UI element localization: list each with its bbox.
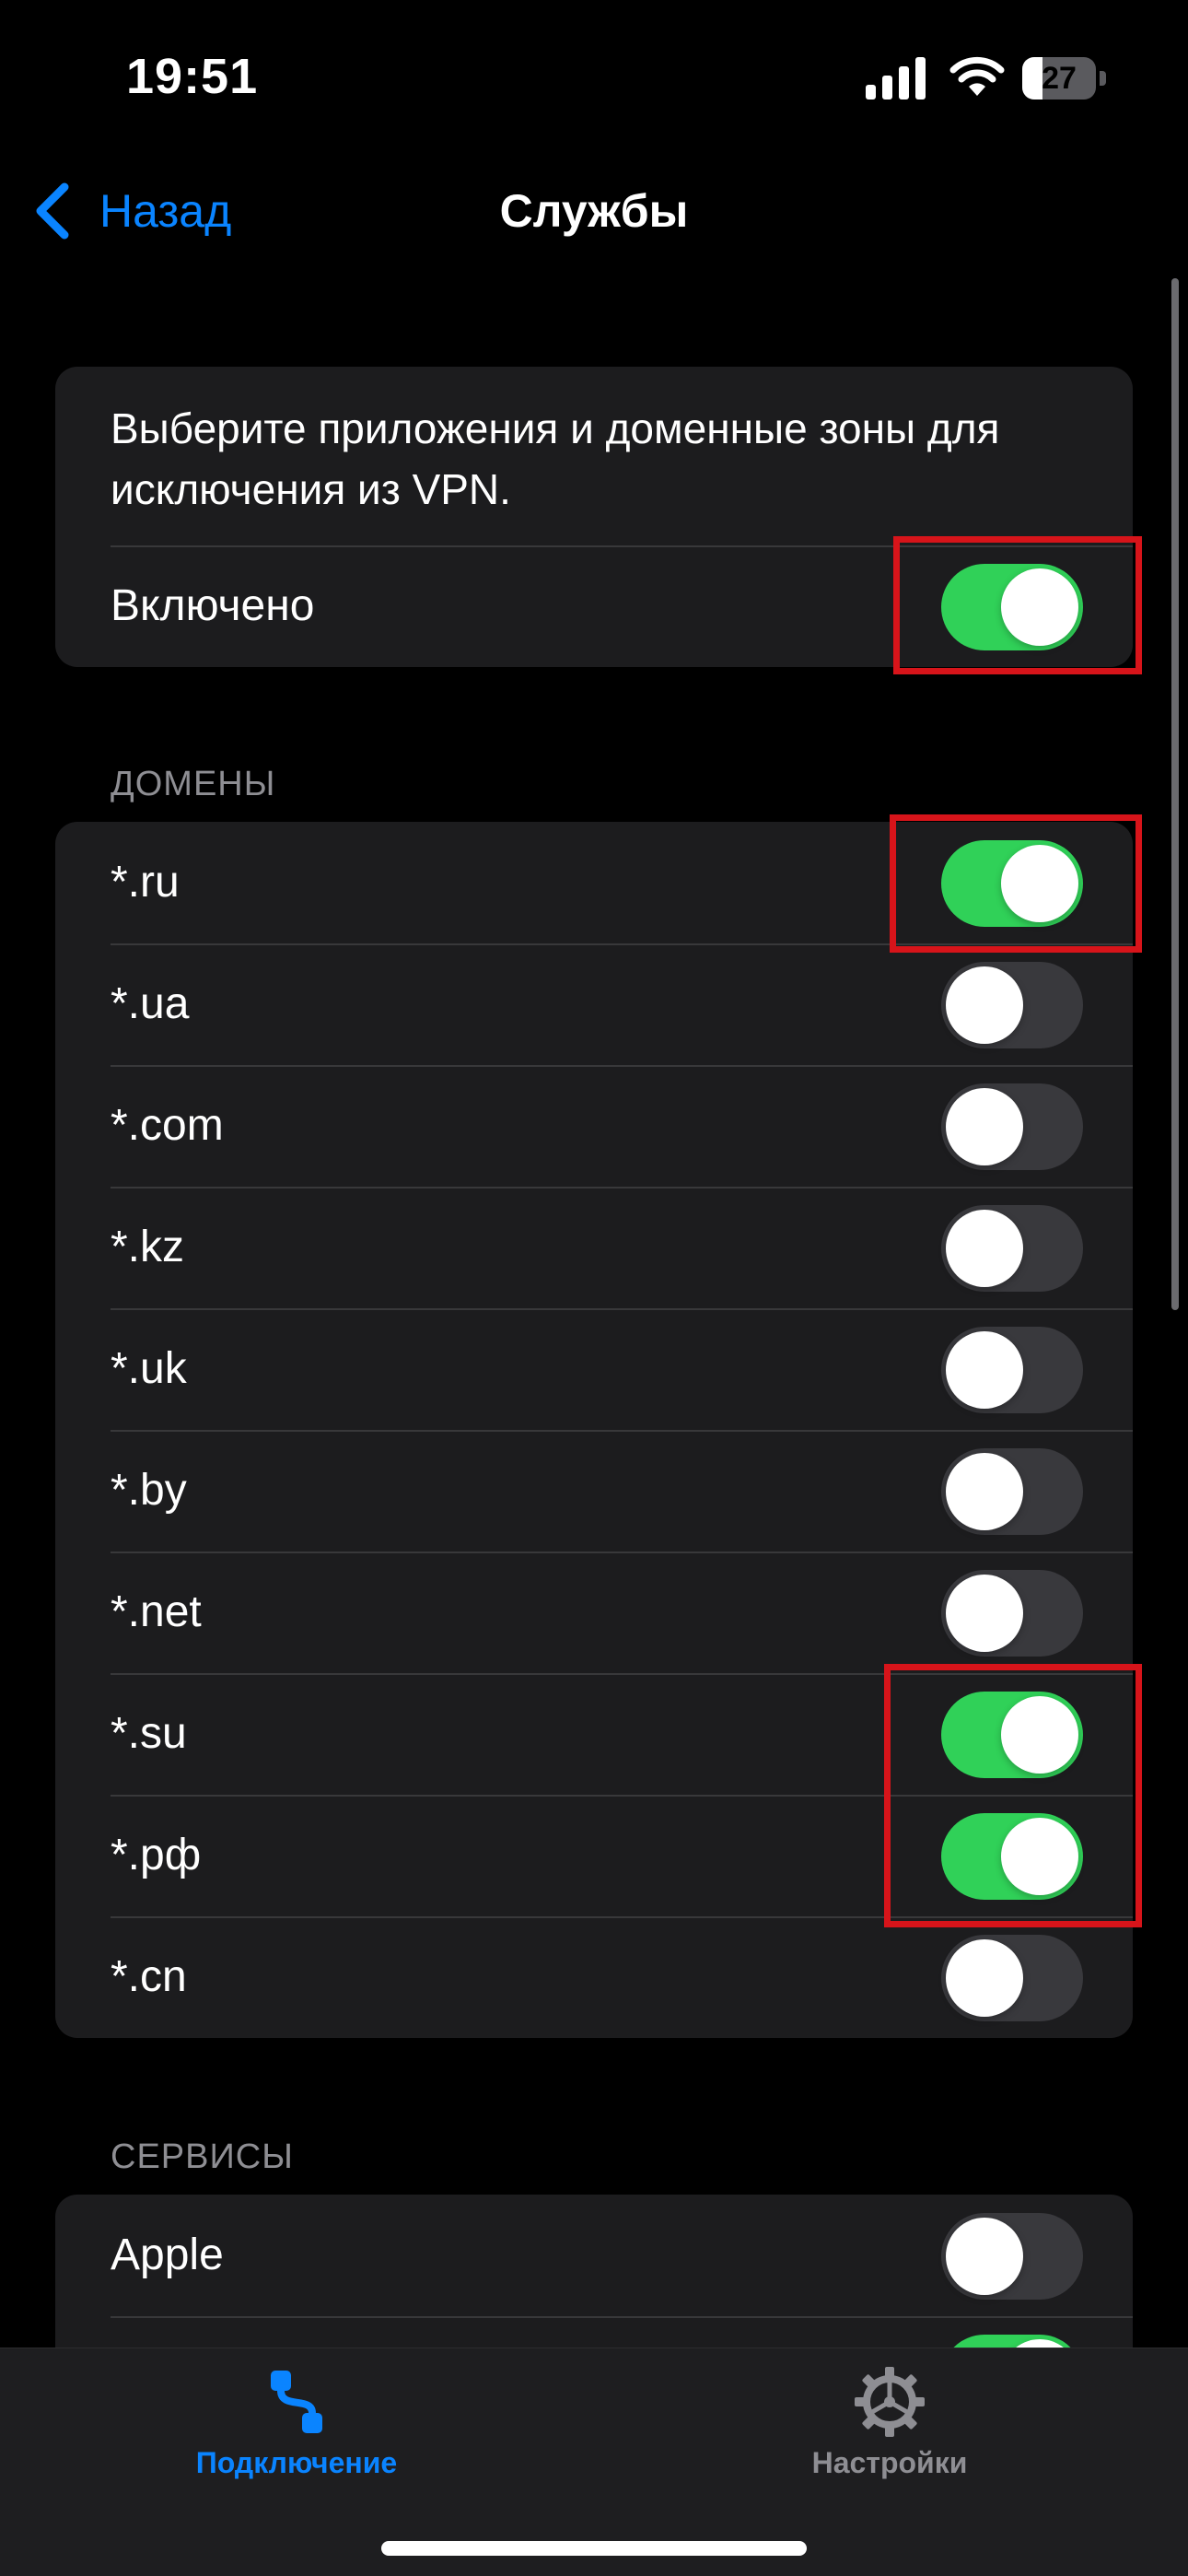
row-separator — [111, 2316, 1133, 2318]
list-item-label: *.com — [111, 1101, 224, 1150]
navigation-bar: Службы Назад — [0, 157, 1188, 267]
scroll-indicator[interactable] — [1171, 278, 1179, 1310]
list-item-toggle[interactable] — [941, 1448, 1083, 1535]
highlight-box — [893, 536, 1142, 674]
chevron-left-icon — [36, 182, 69, 240]
list-item: *.by — [55, 1430, 1133, 1551]
tab-connection[interactable]: Подключение — [112, 2365, 481, 2503]
highlight-box — [884, 1664, 1142, 1927]
list-item: *.ua — [55, 943, 1133, 1065]
status-time: 19:51 — [126, 49, 259, 104]
list-item-label: *.ru — [111, 858, 180, 907]
wifi-icon — [949, 56, 1005, 96]
battery-level: 27 — [1042, 61, 1077, 96]
list-item-toggle[interactable] — [941, 2213, 1083, 2300]
toggle-knob — [946, 1575, 1023, 1652]
tab-connection-label: Подключение — [195, 2446, 398, 2479]
list-item: *.net — [55, 1551, 1133, 1673]
list-item-toggle[interactable] — [941, 1205, 1083, 1292]
list-item-label: *.kz — [111, 1223, 185, 1271]
row-separator — [111, 1430, 1133, 1432]
highlight-box — [890, 814, 1142, 953]
toggle-knob — [946, 2218, 1023, 2295]
row-separator — [111, 1551, 1133, 1553]
list-item: *.com — [55, 1065, 1133, 1187]
toggle-knob — [946, 966, 1023, 1044]
row-separator — [111, 1308, 1133, 1310]
list-item-label: *.ua — [111, 979, 190, 1028]
home-indicator — [381, 2541, 807, 2556]
list-item-label: Apple — [111, 2231, 224, 2279]
list-item-label: *.net — [111, 1587, 202, 1636]
list-item-label: *.su — [111, 1709, 187, 1758]
tab-settings-label: Настройки — [811, 2446, 968, 2479]
toggle-knob — [946, 1210, 1023, 1287]
description-text: Выберите приложения и доменные зоны для … — [111, 404, 1000, 513]
list-item-label: *.uk — [111, 1344, 187, 1393]
row-separator — [111, 1065, 1133, 1067]
list-item-toggle[interactable] — [941, 962, 1083, 1048]
toggle-knob — [946, 1331, 1023, 1409]
cellular-signal-icon — [866, 57, 926, 100]
list-item: *.uk — [55, 1308, 1133, 1430]
toggle-knob — [946, 1453, 1023, 1530]
back-label: Назад — [99, 185, 232, 237]
list-item-toggle[interactable] — [941, 1570, 1083, 1657]
gear-icon — [855, 2367, 925, 2437]
toggle-knob — [946, 1088, 1023, 1165]
list-item-toggle[interactable] — [941, 1083, 1083, 1170]
domains-section-header: ДОМЕНЫ — [111, 765, 276, 803]
back-button[interactable]: Назад — [33, 179, 231, 243]
battery-icon: 27 — [1022, 57, 1107, 100]
list-item: *.cn — [55, 1916, 1133, 2038]
list-item-label: *.by — [111, 1466, 187, 1515]
route-icon — [271, 2371, 322, 2433]
list-item-toggle[interactable] — [941, 1935, 1083, 2021]
list-item: Apple — [55, 2195, 1133, 2316]
list-item-toggle[interactable] — [941, 1327, 1083, 1413]
list-item-label: *.рф — [111, 1831, 202, 1879]
status-bar: 19:51 27 — [0, 0, 1188, 157]
tab-settings[interactable]: Настройки — [705, 2365, 1074, 2503]
row-separator — [111, 1187, 1133, 1188]
services-section-header: СЕРВИСЫ — [111, 2137, 294, 2176]
list-item-label: *.cn — [111, 1952, 187, 2001]
toggle-knob — [946, 1939, 1023, 2017]
list-item: *.kz — [55, 1187, 1133, 1308]
enabled-label: Включено — [111, 581, 315, 630]
